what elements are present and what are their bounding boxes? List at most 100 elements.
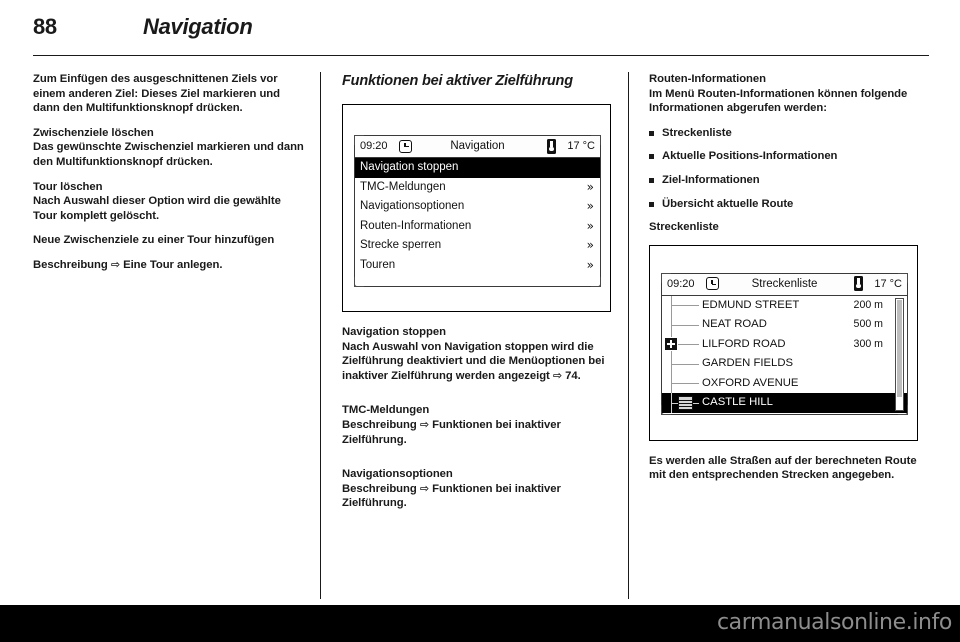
column-right: Routen-Informationen Im Menü Routen-Info…: [649, 72, 921, 493]
street-name: NEAT ROAD: [702, 318, 767, 331]
menu-item-label: Navigationsoptionen: [360, 200, 465, 212]
chevron-right-icon: »: [586, 257, 594, 272]
menu-item-tmc-meldungen[interactable]: TMC-Meldungen »: [355, 177, 600, 197]
list-item: Streckenliste: [649, 126, 921, 141]
menu-item-strecke-sperren[interactable]: Strecke sperren »: [355, 236, 600, 256]
page-title: Navigation: [143, 14, 253, 39]
route-tick: [671, 305, 699, 307]
street-distance: 500 m: [853, 318, 883, 331]
nav-menu-list: Navigation stoppen TMC-Meldungen » Navig…: [355, 158, 600, 275]
middle-paragraph-1-post: 74.: [562, 369, 581, 382]
menu-item-routen-informationen[interactable]: Routen-Informationen »: [355, 216, 600, 236]
route-info-bullet-list: Streckenliste Aktuelle Positions-Informa…: [649, 126, 921, 211]
route-street-list: EDMUND STREET 200 m NEAT ROAD 500 m LILF…: [662, 295, 907, 413]
nav-temperature: 17 °C: [567, 140, 595, 152]
list-item: Übersicht aktuelle Route: [649, 197, 921, 212]
menu-item-touren[interactable]: Touren »: [355, 255, 600, 275]
route-status-bar: 09:20 Streckenliste 17 °C: [662, 273, 907, 296]
route-display: 09:20 Streckenliste 17 °C EDMUND STREET …: [661, 272, 908, 415]
menu-item-label: Navigation stoppen: [360, 161, 459, 173]
menu-item-label: Routen-Informationen: [360, 219, 472, 232]
column-divider-1: [320, 72, 321, 599]
chevron-right-icon: »: [586, 218, 594, 233]
page-header: 88 Navigation: [33, 14, 929, 44]
column-middle: Funktionen bei aktiver Zielführung 09:20…: [342, 72, 614, 521]
middle-heading-2: TMC-Meldungen: [342, 404, 430, 417]
left-heading-2: Tour löschen: [33, 180, 103, 193]
left-paragraph-2: Das gewünschte Zwischenziel markieren un…: [33, 141, 304, 168]
right-paragraph-1: Im Menü Routen-Informationen können folg…: [649, 87, 908, 115]
left-paragraph-4: Beschreibung ⇨ Eine Tour anlegen.: [33, 258, 305, 273]
column-divider-2: [628, 72, 629, 599]
cross-reference-arrow-icon: ⇨: [419, 417, 429, 431]
cross-reference-arrow-icon: ⇨: [110, 257, 120, 271]
street-distance: 300 m: [853, 337, 883, 350]
street-name: OXFORD AVENUE: [702, 376, 799, 389]
bullet-label: Übersicht aktuelle Route: [662, 197, 794, 210]
manual-page: 88 Navigation Zum Einfügen des ausgeschn…: [0, 0, 960, 642]
route-tick: [671, 324, 699, 326]
route-screen-title: Streckenliste: [751, 277, 818, 290]
table-row[interactable]: CASTLE HILL: [662, 393, 907, 413]
street-name: CASTLE HILL: [702, 396, 773, 409]
menu-item-label: Touren: [360, 258, 396, 271]
display-corner-bl: [354, 277, 364, 287]
middle-heading-3: Navigationsoptionen: [342, 468, 453, 481]
column-left: Zum Einfügen des ausgeschnittenen Ziels …: [33, 72, 305, 283]
left-paragraph-1: Zum Einfügen des ausgeschnittenen Ziels …: [33, 73, 280, 115]
thermometer-icon: [547, 138, 556, 154]
middle-paragraph-1: Nach Auswahl von Navigation stoppen wird…: [342, 340, 614, 384]
table-row[interactable]: OXFORD AVENUE: [662, 373, 907, 394]
table-row[interactable]: GARDEN FIELDS: [662, 354, 907, 374]
chevron-right-icon: »: [586, 179, 594, 194]
left-heading-1: Zwischenziele löschen: [33, 126, 154, 139]
finish-flag-icon: [678, 395, 693, 410]
scrollbar-thumb[interactable]: [897, 299, 902, 398]
route-tick: [671, 383, 699, 385]
middle-paragraph-2-pre: Beschreibung: [342, 418, 420, 431]
street-name: LILFORD ROAD: [702, 337, 786, 350]
nav-status-bar: 09:20 Navigation 17 °C: [355, 136, 600, 158]
nav-screen-title: Navigation: [450, 140, 505, 152]
left-paragraph-3: Nach Auswahl dieser Option wird die gewä…: [33, 195, 281, 222]
navigation-menu-screenshot: 09:20 Navigation 17 °C Navigation stoppe…: [342, 104, 611, 312]
left-heading-3: Neue Zwischenziele zu einer Tour hinzufü…: [33, 234, 275, 247]
route-temperature: 17 °C: [874, 277, 902, 290]
middle-heading-1: Navigation stoppen: [342, 326, 446, 338]
page-content: 88 Navigation Zum Einfügen des ausgeschn…: [0, 0, 960, 605]
street-name: GARDEN FIELDS: [702, 357, 794, 370]
thermometer-icon: [854, 276, 863, 292]
table-row[interactable]: EDMUND STREET 200 m: [662, 295, 907, 316]
route-list-screenshot: 09:20 Streckenliste 17 °C EDMUND STREET …: [649, 244, 918, 441]
right-heading-2: Streckenliste: [649, 221, 719, 234]
list-item: Aktuelle Positions-Informationen: [649, 149, 921, 164]
middle-paragraph-3: Beschreibung ⇨ Funktionen bei inaktiver …: [342, 482, 614, 511]
menu-item-label: TMC-Meldungen: [360, 180, 446, 193]
cross-reference-arrow-icon: ⇨: [419, 481, 429, 495]
cross-reference-arrow-icon: ⇨: [552, 368, 563, 382]
middle-paragraph-2: Beschreibung ⇨ Funktionen bei inaktiver …: [342, 418, 614, 447]
bullet-label: Aktuelle Positions-Informationen: [662, 150, 838, 163]
scrollbar[interactable]: [895, 297, 904, 411]
page-number: 88: [33, 14, 57, 39]
menu-item-navigation-stoppen[interactable]: Navigation stoppen: [355, 158, 600, 178]
menu-item-navigationsoptionen[interactable]: Navigationsoptionen »: [355, 197, 600, 217]
middle-section-heading: Funktionen bei aktiver Zielführung: [342, 73, 573, 89]
middle-paragraph-3-pre: Beschreibung: [342, 482, 420, 495]
nav-display: 09:20 Navigation 17 °C Navigation stoppe…: [354, 135, 601, 287]
street-name: EDMUND STREET: [702, 298, 800, 311]
route-tick: [671, 363, 699, 365]
site-watermark: carmanualsonline.info: [716, 610, 952, 635]
menu-item-label: Strecke sperren: [360, 239, 442, 251]
bullet-label: Ziel-Informationen: [662, 173, 760, 186]
display-corner-br: [591, 277, 601, 287]
plus-icon: [664, 337, 678, 352]
chevron-right-icon: »: [586, 199, 594, 213]
table-row[interactable]: NEAT ROAD 500 m: [662, 315, 907, 335]
right-heading-1: Routen-Informationen: [649, 73, 766, 85]
list-item: Ziel-Informationen: [649, 173, 921, 188]
table-row[interactable]: LILFORD ROAD 300 m: [662, 334, 907, 355]
header-divider: [33, 55, 929, 56]
right-paragraph-2: Es werden alle Straßen auf der berechnet…: [649, 454, 917, 482]
left-paragraph-4-pre: Beschreibung: [33, 258, 111, 271]
